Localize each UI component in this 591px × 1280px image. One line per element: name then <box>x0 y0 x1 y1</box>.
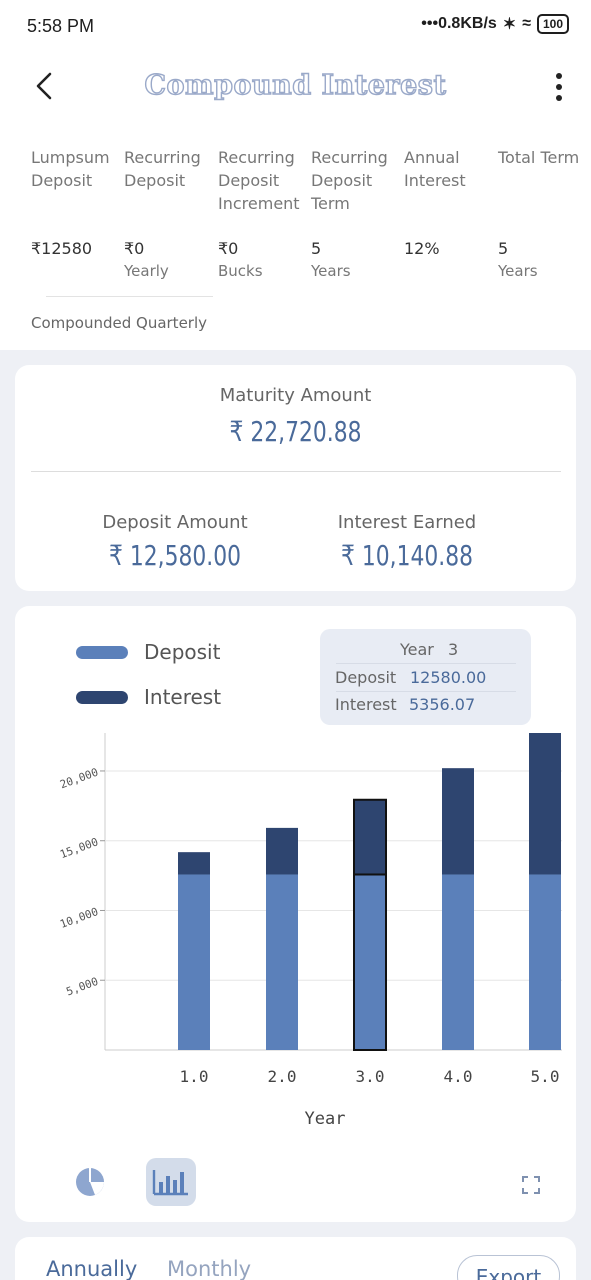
bar-chart-icon <box>152 1170 188 1196</box>
compounding-frequency: Compounded Quarterly <box>31 314 208 332</box>
input-summary-panel: 5:58 PM •••0.8KB/s ✶ ≈ 100 Compound Inte… <box>0 0 591 350</box>
param-label: Total Term <box>498 148 580 167</box>
maturity-label: Maturity Amount <box>219 385 372 406</box>
wifi-icon: ≈ <box>522 15 531 32</box>
page-title: Compound Interest <box>144 69 447 101</box>
param-value: ₹0 <box>124 239 145 258</box>
param-value: ₹0 <box>218 239 239 258</box>
maturity-value: ₹ 22,720.88 <box>229 415 362 448</box>
y-tick-label: 10,000 <box>58 905 100 931</box>
param-unit: Years <box>311 262 351 280</box>
bar-chart-toggle[interactable] <box>146 1158 196 1206</box>
pie-chart-icon[interactable] <box>73 1165 107 1199</box>
bar-interest[interactable] <box>353 798 387 876</box>
param-column[interactable]: Lumpsum Deposit ₹12580 <box>31 146 125 258</box>
bar-interest[interactable] <box>442 768 474 875</box>
param-column[interactable]: Recurring Deposit Term 5 Years <box>311 146 405 280</box>
divider <box>31 471 561 472</box>
bar-interest[interactable] <box>178 852 210 875</box>
stacked-bar-chart[interactable]: 5,000 10,000 15,000 20,000 1.0 2.0 3.0 4.0 5.0 Ye… <box>15 606 576 1136</box>
param-value: 5 <box>498 239 509 258</box>
export-button[interactable]: Export <box>457 1255 560 1280</box>
param-unit: Bucks <box>218 262 263 280</box>
bar-deposit[interactable] <box>178 874 210 1050</box>
status-bar: 5:58 PM •••0.8KB/s ✶ ≈ 100 <box>0 0 591 54</box>
param-value: 5 <box>311 239 322 258</box>
status-time: 5:58 PM <box>27 16 95 36</box>
param-column[interactable]: Annual Interest 12% <box>404 146 498 258</box>
chart-card: Deposit Interest Year 3 Deposit 12580.00… <box>15 606 576 1222</box>
bar-deposit[interactable] <box>266 874 298 1050</box>
x-tick-label: 1.0 <box>180 1067 209 1086</box>
param-column[interactable]: Recurring Deposit ₹0 Yearly <box>124 146 218 280</box>
param-label: Recurring Deposit <box>124 148 201 190</box>
tab-annually[interactable]: Annually <box>46 1257 137 1280</box>
deposit-amount-value: ₹ 12,580.00 <box>109 539 241 572</box>
divider <box>46 296 213 297</box>
app-bar: Compound Interest <box>0 60 591 114</box>
param-value: ₹12580 <box>31 239 93 258</box>
y-tick-label: 20,000 <box>58 766 100 792</box>
deposit-amount-label: Deposit Amount <box>102 512 248 533</box>
summary-card: Maturity Amount ₹ 22,720.88 Deposit Amou… <box>15 365 576 591</box>
fullscreen-icon[interactable] <box>521 1175 541 1195</box>
x-tick-label: 4.0 <box>444 1067 473 1086</box>
tab-monthly[interactable]: Monthly <box>167 1257 251 1280</box>
param-label: Recurring Deposit Term <box>311 148 388 213</box>
param-column[interactable]: Recurring Deposit Increment ₹0 Bucks <box>218 146 312 280</box>
param-value: 12% <box>404 239 440 258</box>
more-vert-icon[interactable] <box>549 70 569 104</box>
x-tick-label: 5.0 <box>531 1067 560 1086</box>
battery-icon: 100 <box>536 14 569 34</box>
x-tick-label: 3.0 <box>356 1067 385 1086</box>
interest-earned-label: Interest Earned <box>337 512 477 533</box>
bar-deposit[interactable] <box>353 873 387 1052</box>
network-speed: •••0.8KB/s <box>421 15 497 32</box>
bar-deposit[interactable] <box>529 874 561 1050</box>
param-label: Recurring Deposit Increment <box>218 148 300 213</box>
interest-earned-value: ₹ 10,140.88 <box>341 539 473 572</box>
bar-interest[interactable] <box>266 827 298 875</box>
x-tick-label: 2.0 <box>268 1067 297 1086</box>
param-label: Lumpsum Deposit <box>31 148 110 190</box>
y-tick-label: 15,000 <box>58 835 100 861</box>
y-tick-label: 5,000 <box>64 975 100 999</box>
x-axis-label: Year <box>305 1109 346 1129</box>
bar-deposit[interactable] <box>442 874 474 1050</box>
param-unit: Years <box>498 262 538 280</box>
bluetooth-icon: ✶ <box>502 16 517 33</box>
param-unit: Yearly <box>124 262 169 280</box>
param-column[interactable]: Total Term 5 Years <box>498 146 591 280</box>
param-label: Annual Interest <box>404 148 466 190</box>
bottom-controls: Annually Monthly Export <box>15 1237 576 1280</box>
status-icons: •••0.8KB/s ✶ ≈ 100 <box>421 14 569 34</box>
bar-interest[interactable] <box>529 733 561 875</box>
